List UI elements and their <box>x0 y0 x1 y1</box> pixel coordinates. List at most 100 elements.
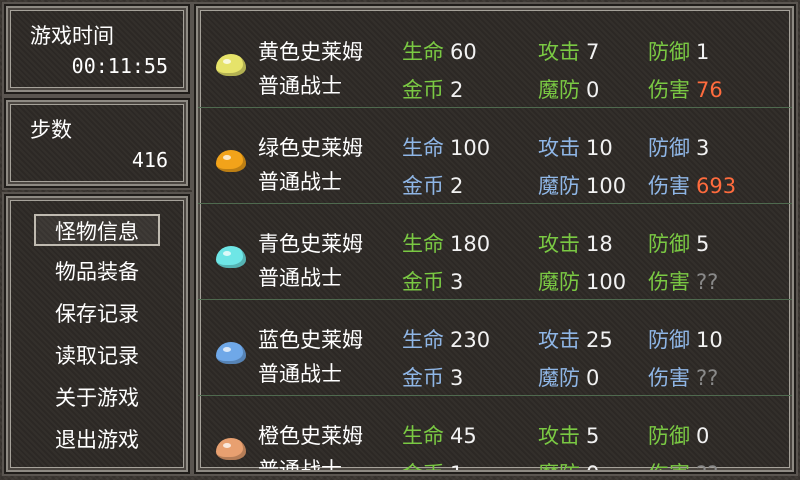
monster-type: 普通战士 <box>258 458 342 472</box>
magic-defense-stat: 魔防 100 <box>538 266 626 296</box>
stat-label: 生命 <box>402 424 444 448</box>
stat-value: 3 <box>450 270 464 294</box>
stat-label: 魔防 <box>538 366 580 390</box>
stat-value: ?? <box>696 462 718 470</box>
gold-stat: 金币 3 <box>402 362 463 392</box>
stat-label: 生命 <box>402 40 444 64</box>
steps-label: 步数 <box>30 118 72 142</box>
monster-type: 普通战士 <box>258 362 342 386</box>
stat-value: 1 <box>696 40 710 64</box>
steps-value: 416 <box>131 148 168 172</box>
menu-item-save[interactable]: 保存记录 <box>34 298 160 330</box>
monster-name: 蓝色史莱姆 <box>258 328 363 352</box>
gold-stat: 金币 2 <box>402 170 463 200</box>
slime-icon <box>216 246 246 268</box>
stat-label: 攻击 <box>538 136 580 160</box>
menu-item-exit[interactable]: 退出游戏 <box>34 424 160 456</box>
attack-stat: 攻击 5 <box>538 420 599 450</box>
gold-stat: 金币 1 <box>402 458 463 470</box>
monster-row[interactable]: 黄色史莱姆普通战士 生命 60 攻击 7 防御 1 金币 2 魔防 0 伤害 76 <box>198 12 792 108</box>
defense-stat: 防御 3 <box>648 132 709 162</box>
stat-value: 1 <box>450 462 463 470</box>
damage-stat: 伤害?? <box>648 458 718 470</box>
slime-icon <box>216 54 246 76</box>
defense-stat: 防御 0 <box>648 420 709 450</box>
main-menu: 怪物信息 物品装备 保存记录 读取记录 关于游戏 退出游戏 <box>8 214 186 466</box>
stat-label: 防御 <box>648 136 690 160</box>
stat-value: 3 <box>696 136 710 160</box>
game-time-panel: 游戏时间 00:11:55 <box>4 4 190 94</box>
steps-panel: 步数 416 <box>4 98 190 188</box>
hp-stat: 生命 45 <box>402 420 477 450</box>
stat-value: 60 <box>450 40 477 64</box>
stat-label: 伤害 <box>648 78 690 102</box>
stat-label: 防御 <box>648 232 690 256</box>
stat-label: 魔防 <box>538 78 580 102</box>
stat-value: 5 <box>696 232 710 256</box>
stat-label: 防御 <box>648 424 690 448</box>
hp-stat: 生命 180 <box>402 228 490 258</box>
defense-stat: 防御 10 <box>648 324 723 354</box>
stat-label: 防御 <box>648 328 690 352</box>
monster-list-panel[interactable]: 黄色史莱姆 普通战士 生命 60 攻击 7 防御 1 金币 2 魔防 0 伤害 76 绿色史莱姆 普通战士 生命… <box>194 4 796 474</box>
menu-item-about[interactable]: 关于游戏 <box>34 382 160 414</box>
stat-label: 金币 <box>402 366 444 390</box>
stat-value: 180 <box>450 232 491 256</box>
magic-defense-stat: 魔防 0 <box>538 458 599 470</box>
defense-stat: 防御 5 <box>648 228 709 258</box>
monster-type: 普通战士 <box>258 74 342 98</box>
stat-value: 10 <box>586 136 613 160</box>
stat-value: 0 <box>586 366 600 390</box>
monster-row[interactable]: 橙色史莱姆普通战士生命45攻击5防御0金币1魔防0伤害?? <box>198 396 792 472</box>
monster-row[interactable]: 蓝色史莱姆 普通战士 生命 230 攻击 25 防御 10 金币 3 魔防 0 伤害?? <box>198 300 792 396</box>
stat-value: 100 <box>586 270 627 294</box>
menu-item-items-equipment[interactable]: 物品装备 <box>34 256 160 288</box>
game-time-value: 00:11:55 <box>71 54 168 78</box>
monster-type: 普通战士 <box>258 170 342 194</box>
stat-label: 伤害 <box>648 270 690 294</box>
menu-item-monster-info[interactable]: 怪物信息 <box>34 214 160 246</box>
monster-row[interactable]: 青色史莱姆 普通战士 生命 180 攻击 18 防御 5 金币 3 魔防 100 伤害?? <box>198 204 792 300</box>
magic-defense-stat: 魔防 100 <box>538 170 626 200</box>
attack-stat: 攻击 7 <box>538 36 599 66</box>
stat-label: 伤害 <box>648 366 690 390</box>
stat-label: 魔防 <box>538 462 580 470</box>
monster-name: 黄色史莱姆 <box>258 40 363 64</box>
monster-row[interactable]: 绿色史莱姆 普通战士 生命 100 攻击 10 防御 3 金币 2 魔防 100 伤害 693 <box>198 108 792 204</box>
stat-label: 金币 <box>402 270 444 294</box>
stat-value: 18 <box>586 232 613 256</box>
stat-label: 金币 <box>402 174 444 198</box>
stat-value: ?? <box>696 270 719 294</box>
damage-stat: 伤害 693 <box>648 170 736 200</box>
stat-label: 攻击 <box>538 40 580 64</box>
stat-value: 100 <box>450 136 491 160</box>
monster-name: 绿色史莱姆 <box>258 136 363 160</box>
stat-value: 100 <box>586 174 627 198</box>
gold-stat: 金币 3 <box>402 266 463 296</box>
stat-label: 生命 <box>402 232 444 256</box>
stat-label: 生命 <box>402 328 444 352</box>
damage-stat: 伤害 76 <box>648 74 723 104</box>
stat-label: 伤害 <box>648 462 690 470</box>
stat-label: 金币 <box>402 78 444 102</box>
stat-value: 25 <box>586 328 613 352</box>
stat-value: 10 <box>696 328 723 352</box>
stat-label: 攻击 <box>538 424 580 448</box>
stat-value: 5 <box>586 424 600 448</box>
attack-stat: 攻击 10 <box>538 132 613 162</box>
menu-item-load[interactable]: 读取记录 <box>34 340 160 372</box>
hp-stat: 生命 60 <box>402 36 477 66</box>
defense-stat: 防御 1 <box>648 36 709 66</box>
attack-stat: 攻击 25 <box>538 324 613 354</box>
stat-value: 7 <box>586 40 600 64</box>
attack-stat: 攻击 18 <box>538 228 613 258</box>
stat-value: 0 <box>586 78 600 102</box>
stat-value: 2 <box>450 174 464 198</box>
stat-value: 0 <box>586 462 599 470</box>
damage-stat: 伤害?? <box>648 266 718 296</box>
magic-defense-stat: 魔防0 <box>538 362 599 392</box>
slime-icon <box>216 342 246 364</box>
stat-value: 2 <box>450 78 464 102</box>
game-time-label: 游戏时间 <box>30 24 114 48</box>
stat-label: 生命 <box>402 136 444 160</box>
